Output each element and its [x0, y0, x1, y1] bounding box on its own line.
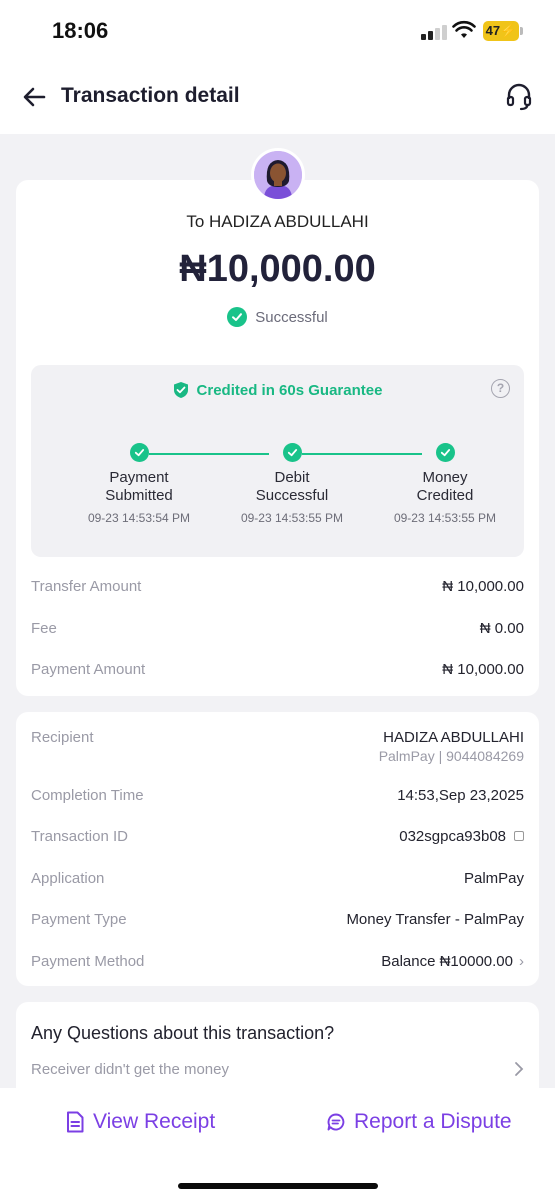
guarantee-panel: Credited in 60s Guarantee ? Payment Subm… [31, 365, 524, 557]
step-label: Money Credited [370, 469, 520, 505]
row-value: ₦ 0.00 [479, 620, 524, 637]
chevron-right-icon [515, 1062, 524, 1076]
status-time: 18:06 [52, 18, 109, 43]
recipient-row: Recipient HADIZA ABDULLAHI PalmPay | 904… [31, 729, 524, 764]
row-label: Transfer Amount [31, 578, 142, 595]
row-label: Transaction ID [31, 828, 128, 845]
row-label: Payment Method [31, 953, 145, 970]
step-label-line: Payment [109, 469, 169, 486]
row-label: Recipient [31, 729, 94, 746]
home-indicator [178, 1183, 378, 1189]
row-label: Payment Type [31, 911, 127, 928]
payment-type-row: Payment Type Money Transfer - PalmPay [31, 911, 524, 928]
step-time: 09-23 14:53:55 PM [240, 511, 344, 525]
row-value: ₦ 10,000.00 [442, 661, 524, 678]
step-label-line: Money [422, 469, 468, 486]
question-item-label: Receiver didn't get the money [31, 1061, 229, 1078]
row-value: Balance ₦10000.00 › [381, 953, 524, 970]
success-check-icon [227, 307, 248, 327]
headset-support-icon[interactable] [505, 82, 533, 112]
report-dispute-label: Report a Dispute [354, 1110, 512, 1133]
status-row: Successful [16, 307, 539, 327]
fee-row: Fee ₦ 0.00 [31, 620, 524, 637]
transaction-details-card: Recipient HADIZA ABDULLAHI PalmPay | 904… [16, 712, 539, 986]
step-label-line: Successful [255, 487, 329, 504]
recipient-account: PalmPay | 9044084269 [378, 748, 524, 764]
recipient-avatar [251, 148, 305, 202]
recipient-name: HADIZA ABDULLAHI [383, 729, 524, 746]
guarantee-title: Credited in 60s Guarantee [31, 381, 524, 399]
transaction-summary-card: To HADIZA ABDULLAHI ₦10,000.00 Successfu… [16, 180, 539, 696]
completion-time-row: Completion Time 14:53,Sep 23,2025 [31, 787, 524, 804]
battery-level: 47 [485, 23, 501, 38]
back-arrow-icon[interactable] [20, 82, 50, 112]
transaction-id: 032sgpca93b08 [399, 828, 506, 845]
nav-header: Transaction detail [0, 64, 555, 134]
row-label: Application [31, 870, 105, 887]
copy-icon[interactable] [514, 831, 524, 841]
row-value: 032sgpca93b08 [399, 828, 524, 845]
row-value: HADIZA ABDULLAHI PalmPay | 9044084269 [379, 729, 524, 764]
cellular-signal-icon [421, 24, 447, 40]
guarantee-title-text: Credited in 60s Guarantee [196, 381, 383, 399]
row-label: Payment Amount [31, 661, 146, 678]
step-time: 09-23 14:53:55 PM [393, 511, 497, 525]
payment-method-value: Balance ₦10000.00 [381, 953, 513, 970]
application-row: Application PalmPay [31, 870, 524, 887]
help-icon[interactable]: ? [491, 379, 510, 398]
step-time: 09-23 14:53:54 PM [87, 511, 191, 525]
payment-method-row[interactable]: Payment Method Balance ₦10000.00 › [31, 953, 524, 970]
payment-amount-row: Payment Amount ₦ 10,000.00 [31, 661, 524, 678]
chat-bubble-icon [327, 1113, 345, 1131]
receipt-icon [67, 1111, 84, 1133]
progress-connector [149, 453, 269, 455]
step-label-line: Submitted [105, 487, 173, 504]
step-label: Debit Successful [217, 469, 367, 505]
step-label-line: Credited [416, 487, 474, 504]
row-label: Fee [31, 620, 57, 637]
transaction-amount: ₦10,000.00 [179, 248, 376, 290]
view-receipt-label: View Receipt [93, 1110, 216, 1133]
step-check-icon [436, 443, 455, 462]
questions-title: Any Questions about this transaction? [31, 1023, 335, 1043]
question-item[interactable]: Receiver didn't get the money [31, 1061, 524, 1078]
page-title: Transaction detail [61, 84, 240, 107]
report-dispute-button[interactable]: Report a Dispute [327, 1110, 512, 1134]
transfer-amount-row: Transfer Amount ₦ 10,000.00 [31, 578, 524, 595]
wifi-icon [452, 20, 476, 38]
view-receipt-button[interactable]: View Receipt [66, 1110, 215, 1134]
row-value: ₦ 10,000.00 [442, 578, 524, 595]
row-value: PalmPay [463, 870, 524, 887]
shield-check-icon [173, 382, 188, 398]
progress-connector [302, 453, 422, 455]
status-bar: 18:06 47⚡ [0, 0, 555, 64]
row-value: Money Transfer - PalmPay [346, 911, 524, 928]
row-label: Completion Time [31, 787, 144, 804]
chevron-right-icon: › [519, 953, 524, 970]
status-text: Successful [255, 308, 328, 326]
person-avatar-icon [254, 151, 302, 199]
recipient-line: To HADIZA ABDULLAHI [186, 212, 369, 231]
questions-card: Any Questions about this transaction? Re… [16, 1002, 539, 1102]
battery-icon: 47⚡ [483, 21, 523, 41]
step-check-icon [130, 443, 149, 462]
step-check-icon [283, 443, 302, 462]
step-label: Payment Submitted [64, 469, 214, 505]
transaction-id-row: Transaction ID 032sgpca93b08 [31, 828, 524, 845]
step-label-line: Debit [274, 469, 310, 486]
row-value: 14:53,Sep 23,2025 [397, 787, 524, 804]
